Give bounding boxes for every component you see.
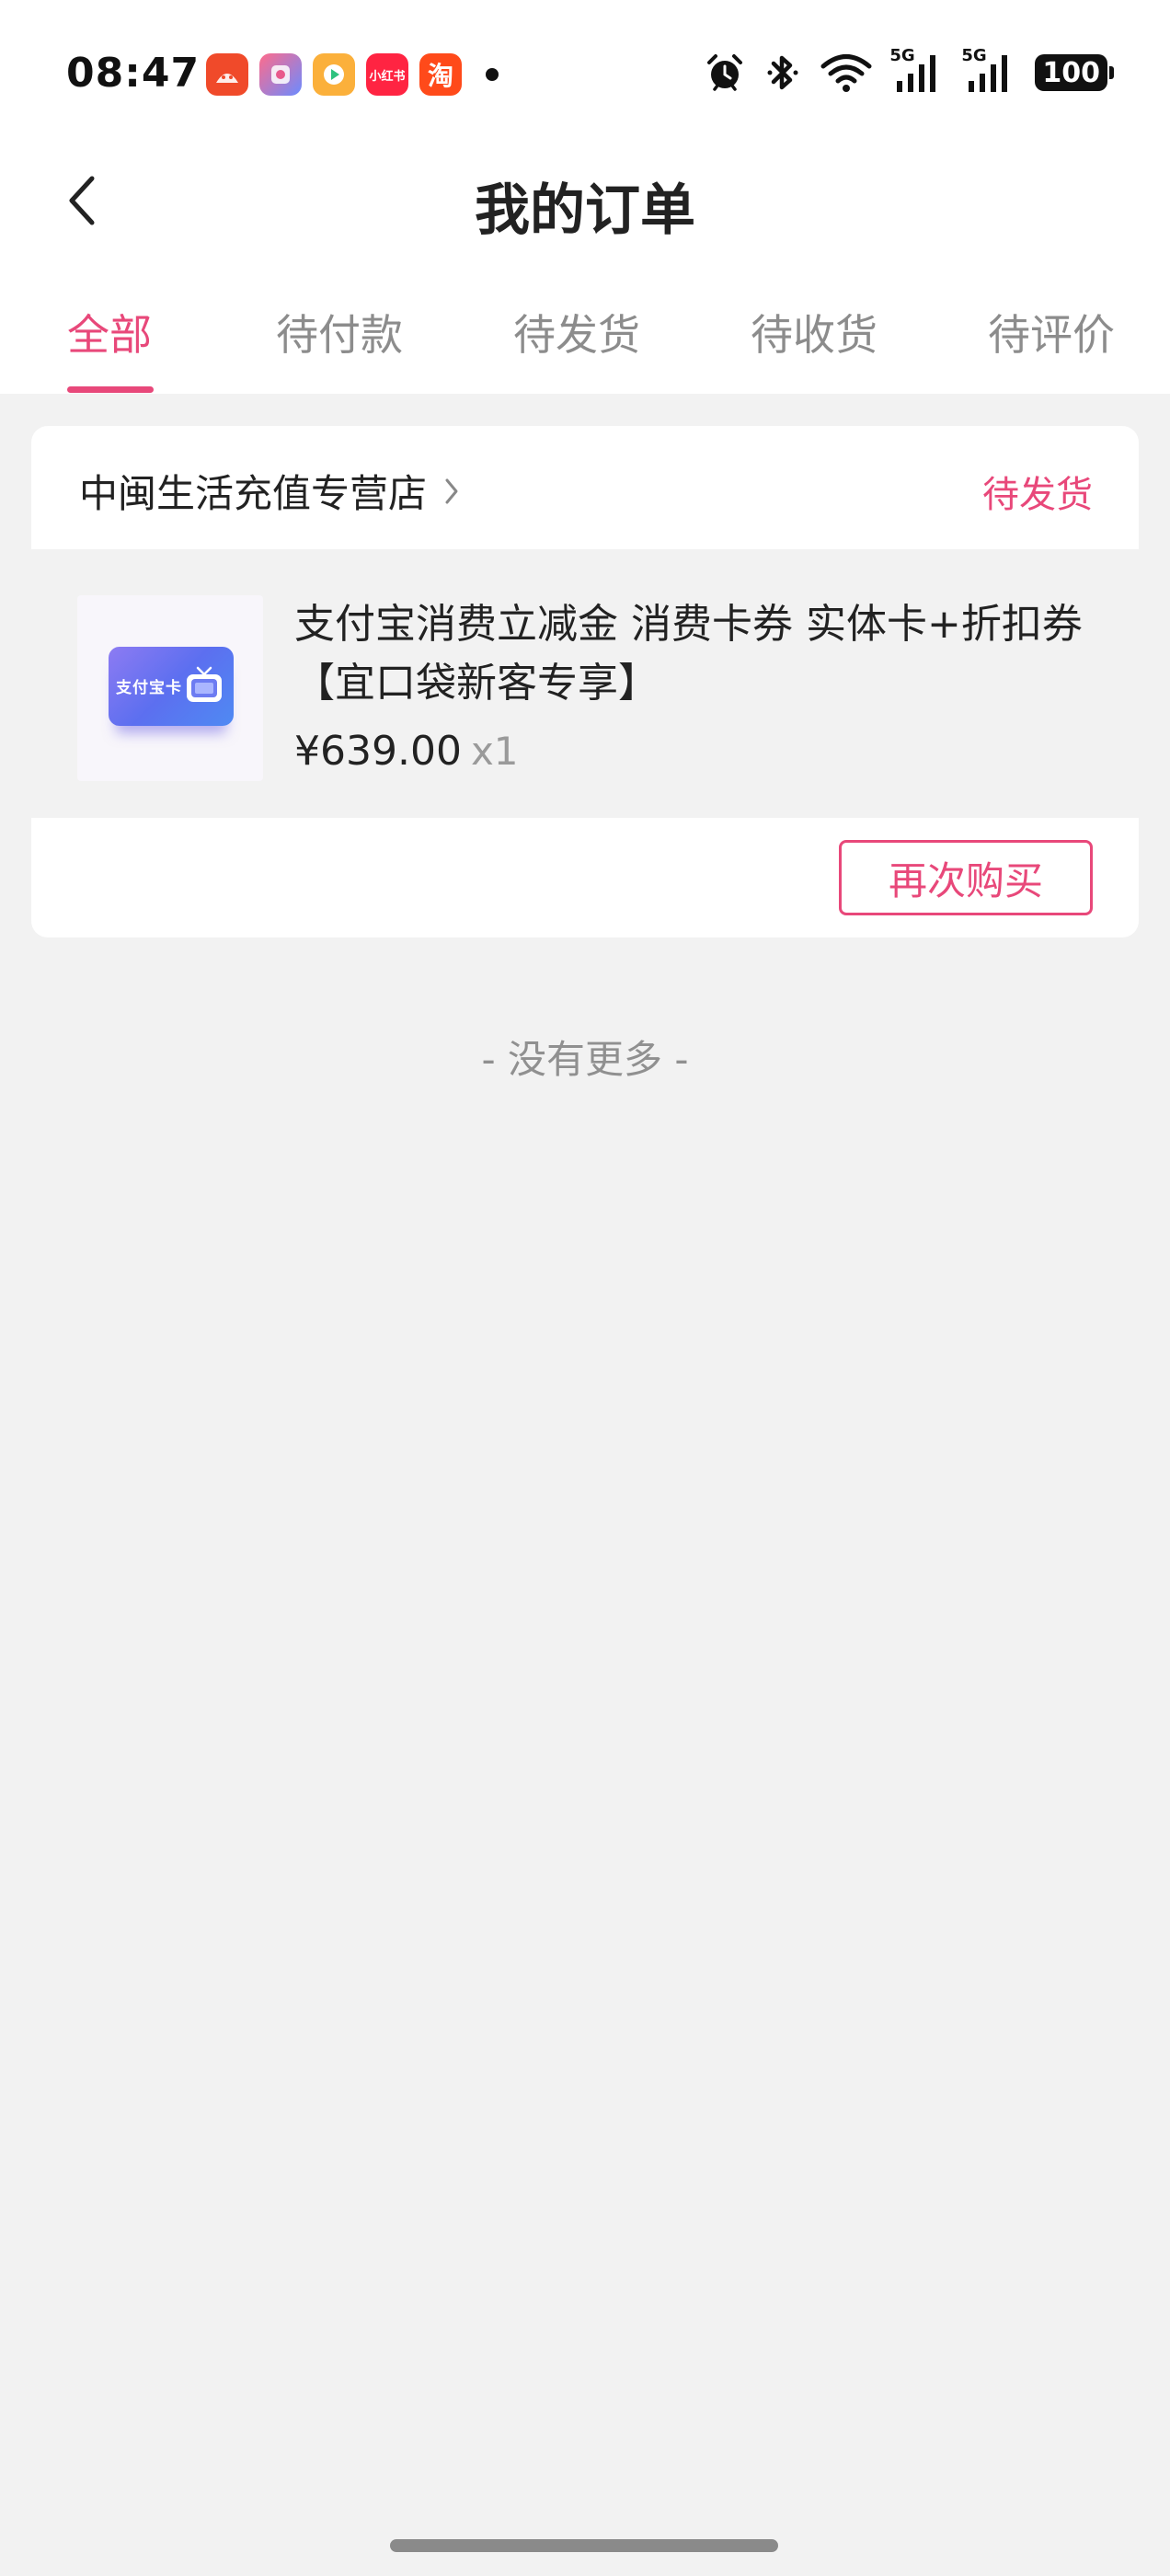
tab-pending-payment[interactable]: 待付款 — [276, 302, 403, 362]
tv-icon — [182, 663, 226, 711]
chevron-right-icon — [443, 477, 460, 506]
signal-network-label: 5G — [889, 46, 915, 65]
order-card-actions: 再次购买 — [31, 818, 1139, 937]
active-tab-indicator — [67, 386, 154, 393]
tab-pending-receipt[interactable]: 待收货 — [751, 302, 878, 362]
wifi-icon — [820, 52, 873, 93]
taobao-icon-text: 淘 — [427, 61, 453, 91]
no-more-text: - 没有更多 - — [481, 1037, 689, 1082]
battery-indicator: 100 — [1035, 54, 1114, 91]
order-card-header: 中闽生活充值专营店 待发货 — [31, 426, 1139, 549]
store-link[interactable]: 中闽生活充值专营店 — [79, 463, 460, 519]
more-notifications-dot — [486, 68, 499, 81]
tab-all[interactable]: 全部 — [67, 302, 152, 362]
status-icons: 5G 5G 100 — [704, 46, 1114, 94]
order-status-badge: 待发货 — [982, 474, 1093, 516]
order-item[interactable]: 支付宝卡 支付宝消费立减金 消费卡券 实体卡+折扣券【宜口袋新客专享】 ¥639… — [31, 549, 1139, 818]
tab-pending-shipment[interactable]: 待发货 — [513, 302, 640, 362]
alarm-icon — [704, 52, 746, 94]
video-app-icon — [313, 53, 355, 96]
status-time: 08:47 — [66, 50, 201, 97]
bluetooth-icon — [764, 52, 801, 94]
buy-again-button[interactable]: 再次购买 — [839, 840, 1093, 915]
product-price: ¥639.00 — [294, 728, 462, 775]
signal-icon-sim1: 5G — [889, 46, 945, 94]
xiaohongshu-icon-text: 小红书 — [369, 69, 406, 84]
home-indicator-bar[interactable] — [390, 2539, 778, 2552]
page-title: 我的订单 — [475, 178, 695, 243]
signal-network-label: 5G — [961, 46, 987, 65]
thumbnail-card-text: 支付宝卡 — [116, 679, 182, 697]
alipay-card-image: 支付宝卡 — [109, 647, 234, 726]
app-icon-2 — [259, 53, 302, 96]
price-line: ¥639.00 x1 — [294, 728, 519, 775]
xiaohongshu-icon: 小红书 — [366, 53, 408, 96]
app-icon-1 — [206, 53, 248, 96]
store-name: 中闽生活充值专营店 — [79, 471, 428, 516]
order-status-tabs: 全部 待付款 待发货 待收货 待评价 — [0, 302, 1170, 394]
product-quantity: x1 — [470, 729, 519, 774]
product-thumbnail[interactable]: 支付宝卡 — [77, 595, 263, 781]
taobao-icon: 淘 — [419, 53, 462, 96]
notification-app-icons: 小红书 淘 — [206, 53, 499, 96]
tab-pending-review[interactable]: 待评价 — [988, 302, 1115, 362]
product-title[interactable]: 支付宝消费立减金 消费卡券 实体卡+折扣券【宜口袋新客专享】 — [294, 595, 1104, 713]
signal-icon-sim2: 5G — [961, 46, 1016, 94]
